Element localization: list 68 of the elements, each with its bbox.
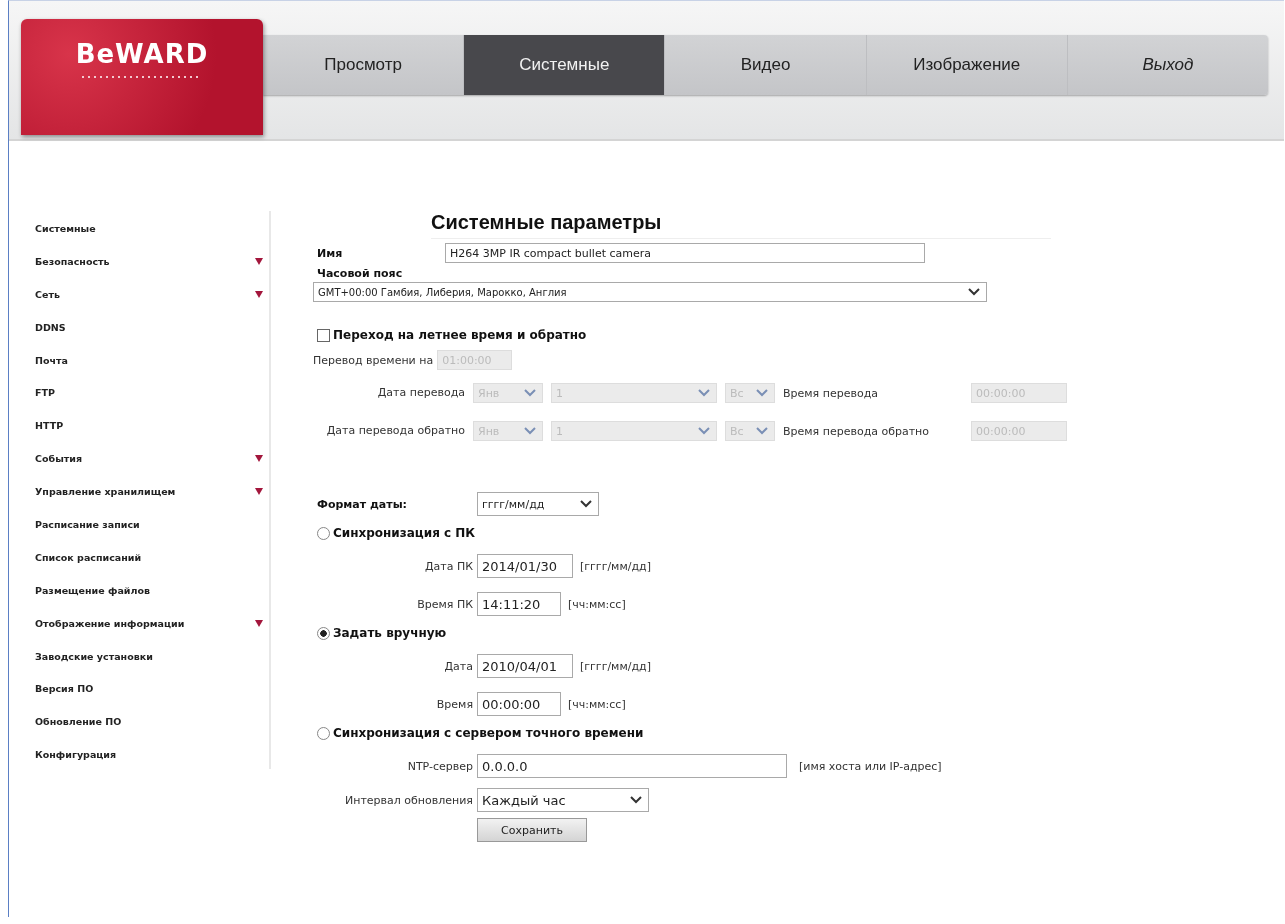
field-label: Время перевода обратно (783, 424, 931, 438)
logo-text: BeWARD (75, 39, 209, 69)
nav-tab[interactable]: Системные (464, 35, 666, 95)
dropdown-triangle-icon[interactable] (255, 455, 263, 463)
format-hint: [имя хоста или IP-адрес] (799, 759, 942, 773)
checkbox-label: Переход на летнее время и обратно (333, 328, 587, 342)
dropdown-triangle-icon[interactable] (255, 619, 263, 627)
radio-label: Синхронизация с сервером точного времени (333, 726, 644, 740)
sidebar-item[interactable]: FTP (35, 387, 55, 399)
sidebar-item[interactable]: Управление хранилищем (35, 486, 176, 498)
chevron-down-icon[interactable] (968, 288, 980, 296)
field-label: Дата перевода обратно (325, 424, 465, 438)
dropdown-triangle-icon[interactable] (255, 488, 263, 496)
field-label: Дата перевода (376, 386, 465, 400)
sidebar-item[interactable]: HTTP (35, 420, 64, 432)
sidebar-item[interactable]: DDNS (35, 321, 66, 333)
page-title: Системные параметры (431, 211, 1051, 239)
save-button[interactable]: Сохранить (477, 818, 587, 842)
sidebar-item[interactable]: Список расписаний (35, 551, 142, 563)
nav-tab[interactable]: Выход (1067, 35, 1268, 95)
radio-button[interactable] (317, 726, 330, 740)
format-hint: [гггг/мм/дд] (580, 559, 651, 573)
name-field[interactable]: H264 3MP IR compact bullet camera (445, 243, 925, 263)
field-label: Дата (443, 659, 473, 673)
field-label: Время перевода (783, 386, 879, 400)
sidebar-item[interactable]: Сеть (35, 288, 60, 300)
dropdown-triangle-icon[interactable] (255, 290, 263, 298)
radio-label: Задать вручную (333, 626, 447, 640)
field-label: Формат даты: (316, 497, 408, 511)
sidebar-item[interactable]: Обновление ПО (35, 716, 122, 728)
nav-tab[interactable]: Видео (665, 35, 867, 95)
text-field[interactable]: 0.0.0.0 (477, 754, 787, 778)
interval-select[interactable]: Каждый час (477, 788, 649, 812)
timezone-select[interactable]: GMT+00:00 Гамбия, Либерия, Марокко, Англия (313, 282, 987, 302)
format-hint: [чч:мм:сс] (568, 697, 626, 711)
sidebar-item[interactable]: Почта (35, 354, 68, 366)
field-label: Время ПК (416, 597, 473, 611)
date-format-select[interactable]: гггг/мм/дд (477, 492, 599, 516)
sidebar-item[interactable]: Отображение информации (35, 617, 185, 629)
text-field[interactable]: 2010/04/01 (477, 654, 573, 678)
sidebar-item[interactable]: Расписание записи (35, 519, 140, 530)
field-label: NTP-сервер (406, 759, 473, 773)
field-label: Перевод времени на (313, 353, 434, 367)
dropdown-triangle-icon[interactable] (255, 257, 263, 265)
text-field[interactable]: 00:00:00 (477, 692, 561, 716)
sidebar-item[interactable]: Заводские установки (35, 650, 153, 662)
sidebar-item[interactable]: Версия ПО (35, 683, 94, 695)
field-label: Время (435, 697, 473, 711)
chevron-down-icon[interactable] (630, 796, 642, 804)
sidebar-item[interactable]: Безопасность (35, 255, 110, 267)
radio-button[interactable] (317, 626, 330, 640)
chevron-down-icon[interactable] (580, 500, 592, 508)
sidebar-item[interactable]: Системные (35, 223, 96, 234)
format-hint: [гггг/мм/дд] (580, 659, 651, 673)
text-field[interactable]: 14:11:20 (477, 592, 561, 616)
field-label: Имя (316, 246, 344, 260)
radio-label: Синхронизация с ПК (333, 526, 476, 540)
format-hint: [чч:мм:сс] (568, 597, 626, 611)
field-label: Интервал обновления (344, 793, 473, 807)
text-field[interactable]: 2014/01/30 (477, 554, 573, 578)
sidebar-item[interactable]: Размещение файлов (35, 584, 150, 596)
checkbox[interactable] (317, 328, 330, 342)
field-label: Часовой пояс (316, 267, 404, 280)
nav-tab[interactable]: Изображение (866, 35, 1068, 95)
sidebar-item[interactable]: Конфигурация (35, 749, 117, 761)
field-label: Дата ПК (423, 559, 473, 573)
radio-button[interactable] (317, 526, 330, 540)
sidebar-item[interactable]: События (35, 453, 82, 465)
